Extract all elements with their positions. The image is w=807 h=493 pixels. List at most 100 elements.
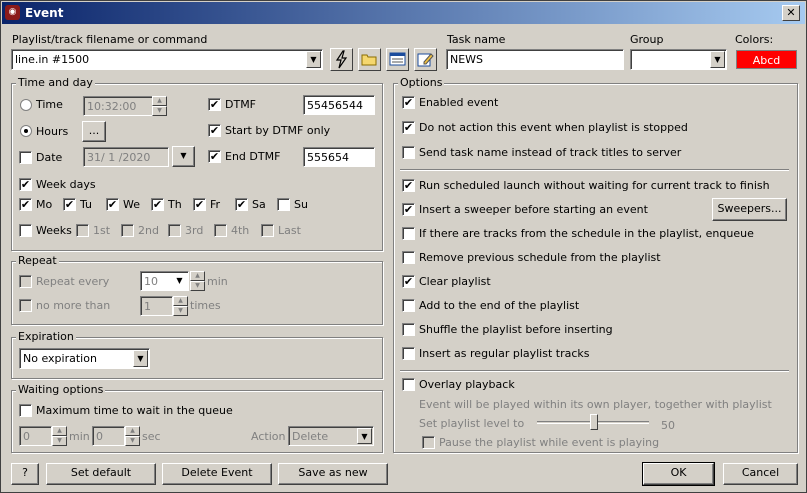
lightning-button[interactable] [330,48,353,71]
pause-checkbox[interactable] [422,436,435,449]
week-days-checkbox[interactable]: ✔ [19,178,32,191]
send-task-checkbox[interactable] [402,146,415,159]
check-icon: ✔ [152,198,163,211]
delete-event-button[interactable]: Delete Event [162,463,272,485]
remove-previous-checkbox[interactable] [402,251,415,264]
repeat-every-label: Repeat every [36,275,110,288]
time-input[interactable]: 10:32:00 [83,96,153,116]
day-mo-checkbox[interactable]: ✔ [19,198,32,211]
no-more-than-spinner[interactable]: ▲ ▼ [173,296,188,316]
color-picker[interactable]: Abcd [736,50,797,69]
clear-playlist-label: Clear playlist [419,275,491,288]
no-action-checkbox[interactable]: ✔ [402,121,415,134]
edit-icon [417,53,434,67]
hours-radio[interactable] [20,125,32,137]
week-4th-checkbox[interactable] [214,224,227,237]
day-fr-checkbox[interactable]: ✔ [193,198,206,211]
spin-up-icon: ▲ [125,426,140,436]
dtmf-checkbox[interactable]: ✔ [208,98,221,111]
day-th-checkbox[interactable]: ✔ [151,198,164,211]
sweeper-checkbox[interactable]: ✔ [402,203,415,216]
start-dtmf-checkbox[interactable]: ✔ [208,124,221,137]
wait-sec-spinner[interactable]: ▲ ▼ [125,426,140,446]
action-dropdown-button[interactable]: ▼ [357,428,372,444]
week-3rd-checkbox[interactable] [168,224,181,237]
check-icon: ✔ [209,98,220,111]
list-button[interactable] [386,48,409,71]
week-4th-label: 4th [231,224,250,237]
time-radio[interactable] [20,99,32,111]
week-2nd-checkbox[interactable] [121,224,134,237]
wait-min-input[interactable]: 0 [19,426,52,446]
repeat-every-checkbox[interactable] [19,275,32,288]
shuffle-checkbox[interactable] [402,323,415,336]
set-default-button[interactable]: Set default [46,463,156,485]
playlist-dropdown-button[interactable]: ▼ [306,51,321,68]
close-button[interactable]: ✕ [782,5,800,21]
week-1st-checkbox[interactable] [76,224,89,237]
weeks-checkbox[interactable] [19,224,32,237]
clear-playlist-checkbox[interactable]: ✔ [402,275,415,288]
edit-button[interactable] [414,48,437,71]
chevron-down-icon: ▼ [180,151,187,160]
day-tu-checkbox[interactable]: ✔ [63,198,76,211]
send-task-label: Send task name instead of track titles t… [419,146,682,159]
date-picker-button[interactable]: ▼ [172,146,195,167]
day-mo-label: Mo [36,198,53,211]
repeat-dropdown-button[interactable]: ▼ [172,273,187,289]
date-value: 31/ 1 /2020 [87,151,151,164]
enqueue-checkbox[interactable] [402,227,415,240]
level-slider-thumb[interactable] [590,414,598,430]
ok-button[interactable]: OK [642,462,715,486]
week-last-checkbox[interactable] [261,224,274,237]
day-su-checkbox[interactable] [277,198,290,211]
max-wait-checkbox[interactable] [19,404,32,417]
hours-button[interactable]: ... [82,121,106,142]
check-icon: ✔ [403,203,414,216]
no-more-than-label: no more than [36,299,111,312]
group-combo[interactable]: ▼ [630,49,727,70]
chevron-down-icon: ▼ [137,354,144,363]
task-name-input[interactable]: NEWS [446,49,624,70]
enabled-event-checkbox[interactable]: ✔ [402,96,415,109]
expiration-dropdown-button[interactable]: ▼ [133,350,148,367]
wait-min-spinner[interactable]: ▲ ▼ [52,426,67,446]
repeat-spinner[interactable]: ▲ ▼ [190,271,205,291]
repeat-every-combo[interactable]: 10 ▼ [140,271,189,291]
no-more-than-input[interactable]: 1 [140,296,173,316]
cancel-button[interactable]: Cancel [723,463,798,485]
colors-label: Colors: [735,33,774,46]
end-dtmf-checkbox[interactable]: ✔ [208,150,221,163]
ok-label: OK [670,466,687,479]
group-dropdown-button[interactable]: ▼ [710,51,725,68]
playlist-combo[interactable]: line.in #1500 ▼ [11,49,323,70]
date-checkbox[interactable] [19,151,32,164]
end-dtmf-value: 555654 [307,151,349,164]
help-button[interactable]: ? [11,463,39,485]
action-combo[interactable]: Delete ▼ [288,426,374,446]
wait-min-value: 0 [23,430,30,443]
date-input[interactable]: 31/ 1 /2020 [83,147,169,167]
event-dialog: ◉ Event ✕ Playlist/track filename or com… [0,0,807,493]
end-dtmf-input[interactable]: 555654 [303,147,375,167]
title-bar[interactable]: ◉ Event ✕ [2,2,805,24]
regular-tracks-checkbox[interactable] [402,347,415,360]
add-to-end-checkbox[interactable] [402,299,415,312]
save-as-new-button[interactable]: Save as new [278,463,388,485]
day-sa-checkbox[interactable]: ✔ [235,198,248,211]
delete-event-label: Delete Event [181,466,253,479]
dtmf-input[interactable]: 55456544 [303,95,375,115]
overlay-note: Event will be played within its own play… [419,398,772,411]
open-folder-button[interactable] [358,48,381,71]
day-we-checkbox[interactable]: ✔ [106,198,119,211]
wait-sec-input[interactable]: 0 [92,426,125,446]
overlay-checkbox[interactable] [402,378,415,391]
expiration-combo[interactable]: No expiration ▼ [19,348,150,369]
time-value: 10:32:00 [87,100,137,113]
save-as-new-label: Save as new [298,466,368,479]
sweepers-button[interactable]: Sweepers... [712,198,787,221]
level-label: Set playlist level to [419,417,525,430]
no-more-than-checkbox[interactable] [19,299,32,312]
run-scheduled-checkbox[interactable]: ✔ [402,179,415,192]
time-spinner[interactable]: ▲ ▼ [152,96,167,116]
